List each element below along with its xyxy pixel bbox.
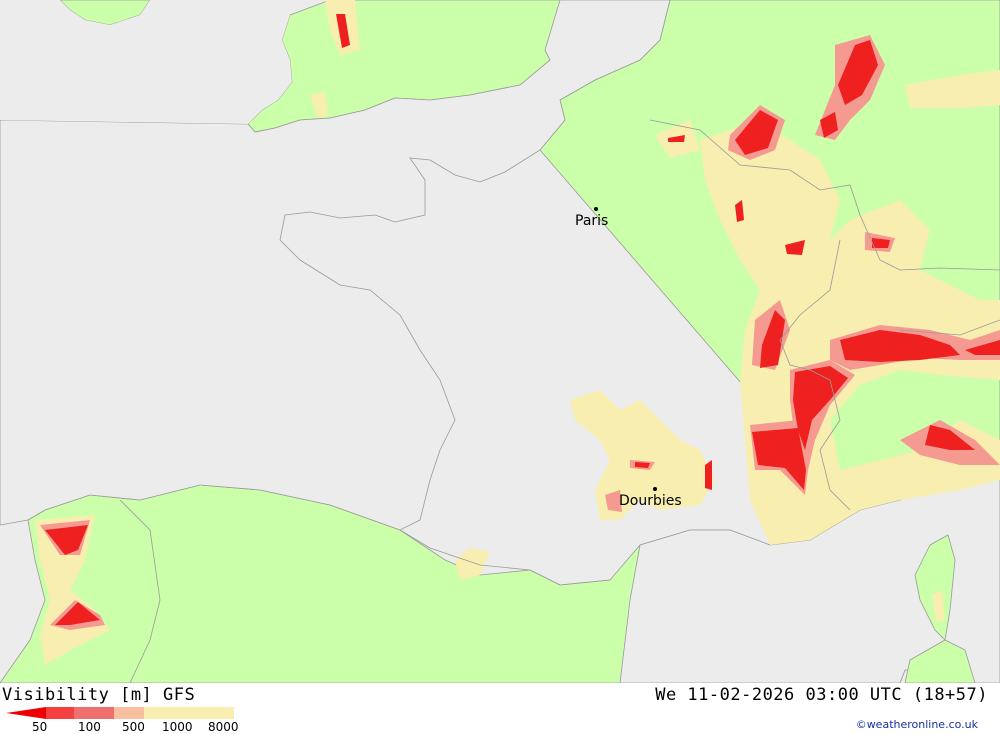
atlantic-sea-top bbox=[0, 0, 292, 124]
legend-label-1000: 1000 bbox=[162, 720, 193, 734]
visibility-map bbox=[0, 0, 1000, 683]
map-datetime: We 11-02-2026 03:00 UTC (18+57) bbox=[655, 685, 988, 705]
legend-seg-100 bbox=[46, 707, 74, 719]
legend-seg-8000 bbox=[144, 707, 234, 719]
paris-marker bbox=[594, 207, 598, 211]
map-title: Visibility [m] GFS bbox=[2, 685, 196, 705]
legend-label-50: 50 bbox=[32, 720, 48, 734]
city-label-paris: Paris bbox=[575, 213, 609, 229]
credit-link[interactable]: ©weatheronline.co.uk bbox=[856, 718, 978, 731]
legend-label-8000: 8000 bbox=[208, 720, 239, 734]
legend-label-100: 100 bbox=[78, 720, 101, 734]
dourbies-marker bbox=[653, 487, 657, 491]
map-footer: Visibility [m] GFS We 11-02-2026 03:00 U… bbox=[0, 683, 1000, 734]
city-label-dourbies: Dourbies bbox=[619, 493, 682, 509]
legend-color-bar bbox=[6, 707, 234, 719]
legend-label-500: 500 bbox=[122, 720, 145, 734]
legend-seg-500 bbox=[74, 707, 114, 719]
legend-seg-1000 bbox=[114, 707, 144, 719]
legend-arrow bbox=[6, 707, 46, 719]
